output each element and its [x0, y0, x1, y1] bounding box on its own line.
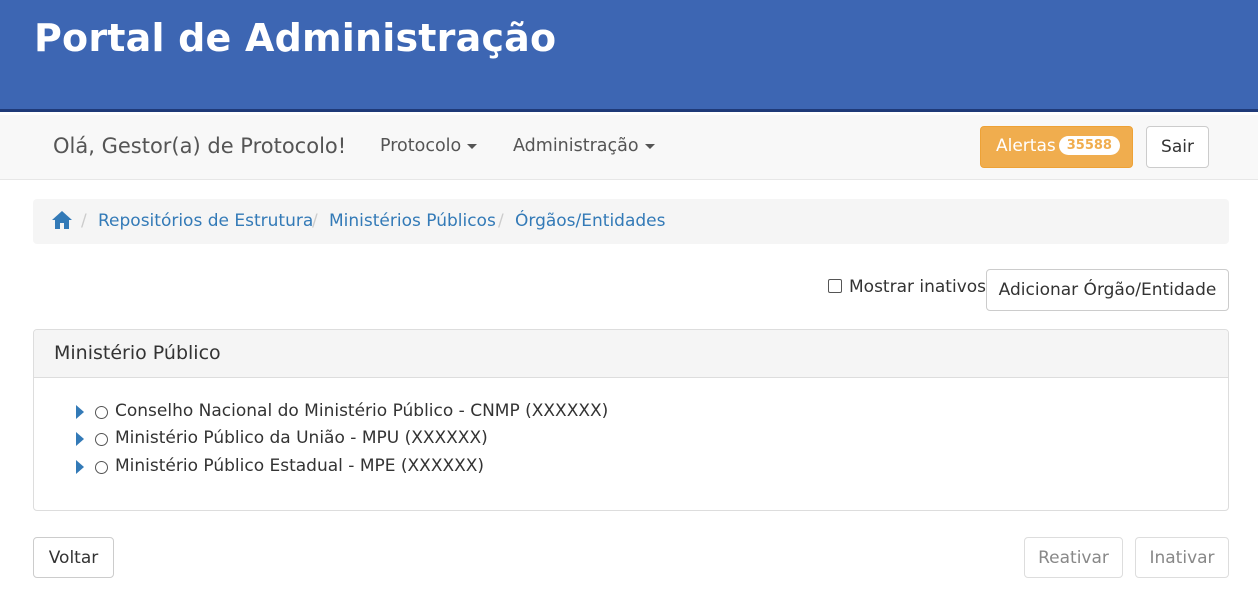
ministerio-panel: Ministério Público Conselho Nacional do … — [33, 329, 1229, 511]
breadcrumb-item-ministerios[interactable]: Ministérios Públicos — [329, 211, 496, 231]
panel-title: Ministério Público — [34, 330, 1228, 378]
add-entity-button[interactable]: Adicionar Órgão/Entidade — [986, 269, 1229, 311]
tree-item-label[interactable]: Ministério Público da União - MPU (XXXXX… — [115, 428, 488, 448]
tree-item-radio[interactable] — [95, 461, 108, 474]
show-inactive-label[interactable]: Mostrar inativos — [849, 277, 986, 297]
inactivate-button[interactable]: Inativar — [1135, 537, 1229, 578]
reactivate-button[interactable]: Reativar — [1024, 537, 1123, 578]
back-button[interactable]: Voltar — [33, 537, 114, 578]
top-navbar: Olá, Gestor(a) de Protocolo! Protocolo A… — [0, 115, 1258, 180]
tree-item-label[interactable]: Conselho Nacional do Ministério Público … — [115, 401, 608, 421]
page-title: Portal de Administração — [34, 16, 557, 60]
breadcrumb-separator: / — [498, 211, 504, 231]
nav-menu-protocolo-label: Protocolo — [380, 136, 462, 156]
user-greeting: Olá, Gestor(a) de Protocolo! — [53, 134, 347, 158]
alerts-label: Alertas — [996, 136, 1056, 156]
alerts-button[interactable]: Alertas 35588 — [980, 126, 1133, 168]
tree-item: Conselho Nacional do Ministério Público … — [76, 401, 776, 423]
expand-triangle-icon[interactable] — [76, 432, 84, 446]
caret-down-icon — [467, 143, 478, 149]
app-header: Portal de Administração — [0, 0, 1258, 112]
expand-triangle-icon[interactable] — [76, 460, 84, 474]
tree-item-label[interactable]: Ministério Público Estadual - MPE (XXXXX… — [115, 456, 484, 476]
tree-item-radio[interactable] — [95, 406, 108, 419]
tree-item: Ministério Público da União - MPU (XXXXX… — [76, 428, 776, 450]
breadcrumb-item-repositorios[interactable]: Repositórios de Estrutura — [98, 211, 313, 231]
breadcrumb: / Repositórios de Estrutura / Ministério… — [33, 199, 1229, 244]
tree-item: Ministério Público Estadual - MPE (XXXXX… — [76, 456, 776, 478]
expand-triangle-icon[interactable] — [76, 405, 84, 419]
home-icon[interactable] — [52, 211, 72, 229]
breadcrumb-item-orgaos[interactable]: Órgãos/Entidades — [515, 211, 666, 231]
caret-down-icon — [644, 143, 655, 149]
alerts-count-badge: 35588 — [1058, 136, 1120, 155]
show-inactive-checkbox[interactable] — [828, 279, 842, 293]
tree-item-radio[interactable] — [95, 433, 108, 446]
logout-button[interactable]: Sair — [1146, 126, 1209, 168]
nav-menu-administracao-label: Administração — [513, 136, 639, 156]
nav-menu-administracao[interactable]: Administração — [513, 136, 655, 156]
breadcrumb-separator: / — [81, 211, 87, 231]
breadcrumb-separator: / — [312, 211, 318, 231]
nav-menu-protocolo[interactable]: Protocolo — [380, 136, 478, 156]
